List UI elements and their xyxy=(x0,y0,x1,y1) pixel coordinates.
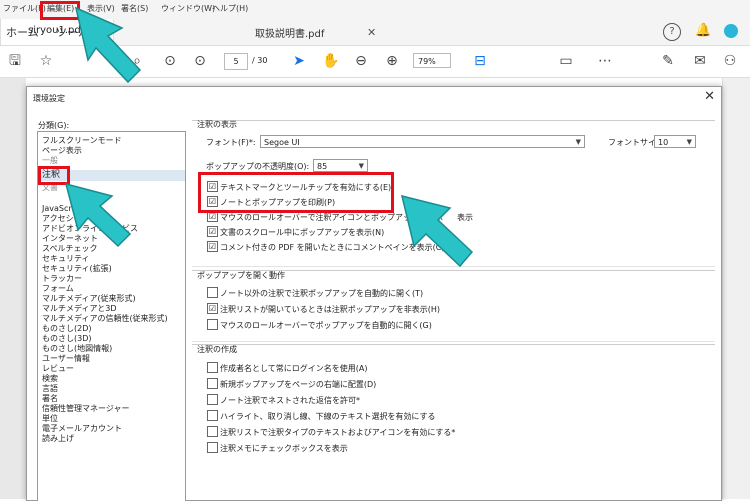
preferences-dialog: 環境設定 ✕ 分類(G): フルスクリーンモード ページ表示 一般 注釈 文書 … xyxy=(26,86,722,501)
category-item[interactable]: マルチメディアの信頼性(従来形式) xyxy=(42,314,168,323)
close-icon[interactable]: ✕ xyxy=(367,26,376,39)
checkbox-type-icons[interactable] xyxy=(207,426,218,437)
checkbox-text-selection[interactable] xyxy=(207,410,218,421)
categories-label: 分類(G): xyxy=(38,121,70,130)
category-item[interactable]: 言語 xyxy=(42,384,58,393)
checkbox-label: ハイライト、取り消し線、下線のテキスト選択を有効にする xyxy=(220,412,436,421)
chevron-down-icon: ▼ xyxy=(575,138,581,146)
font-select[interactable]: Segoe UI ▼ xyxy=(260,135,585,148)
category-item[interactable]: 電子メールアカウント xyxy=(42,424,122,433)
category-item[interactable]: トラッカー xyxy=(42,274,82,283)
arrow-to-annotations-category xyxy=(64,182,132,248)
zoom-value: 79% xyxy=(418,57,436,66)
page-total: / 30 xyxy=(252,56,268,65)
checkbox-rollover-open[interactable] xyxy=(207,319,218,330)
chevron-down-icon: ▼ xyxy=(686,138,692,146)
category-item[interactable]: マルチメディアと3D xyxy=(42,304,117,313)
create-group: 注釈の作成 作成者名として常にログイン名を使用(A) 新規ポップアップをページの… xyxy=(192,344,715,501)
category-item[interactable]: ページ表示 xyxy=(42,146,82,155)
category-item[interactable]: レビュー xyxy=(42,364,74,373)
category-item[interactable]: セキュリティ xyxy=(42,254,90,263)
category-item[interactable]: マルチメディア(従来形式) xyxy=(42,294,136,303)
close-icon[interactable]: ✕ xyxy=(704,89,715,104)
font-value: Segoe UI xyxy=(264,138,300,147)
opacity-label: ポップアップの不透明度(O): xyxy=(206,162,310,171)
category-item[interactable]: フルスクリーンモード xyxy=(42,136,122,145)
category-item[interactable]: 検索 xyxy=(42,374,58,383)
arrow-to-checkboxes xyxy=(400,194,474,268)
font-label: フォント(F)*: xyxy=(206,138,256,147)
font-size-value: 10 xyxy=(658,138,669,147)
popup-open-group-title: ポップアップを開く動作 xyxy=(197,271,285,280)
category-item[interactable]: 署名 xyxy=(42,394,58,403)
checkbox-label: ノート注釈でネストされた返信を許可* xyxy=(220,396,360,405)
checkbox-label: 注釈リストで注釈タイプのテキストおよびアイコンを有効にする* xyxy=(220,428,456,437)
star-icon[interactable]: ☆ xyxy=(36,51,56,71)
checkbox-label: マウスのロールオーバーでポップアップを自動的に開く(G) xyxy=(220,321,432,330)
arrow-to-edit-menu xyxy=(74,6,142,84)
popup-open-group: ポップアップを開く動作 ノート以外の注釈で注釈ポップアップを自動的に開く(T) … xyxy=(192,270,715,342)
font-size-select[interactable]: 10 ▼ xyxy=(654,135,696,148)
category-item[interactable]: ユーザー情報 xyxy=(42,354,90,363)
checkbox-comment-pane[interactable]: ☑ xyxy=(207,241,218,252)
checkbox-label: 新規ポップアップをページの右端に配置(D) xyxy=(220,380,377,389)
checkbox-label: 注釈リストが開いているときは注釈ポップアップを非表示(H) xyxy=(220,305,441,314)
category-item[interactable]: ものさし(地図情報) xyxy=(42,344,112,353)
checkbox-label: 文書のスクロール中にポップアップを表示(N) xyxy=(220,228,385,237)
hand-icon[interactable]: ✋ xyxy=(321,51,341,71)
category-item[interactable]: 読み上げ xyxy=(42,434,74,443)
checkbox-memo-checkbox[interactable] xyxy=(207,442,218,453)
dialog-title: 環境設定 xyxy=(33,94,65,103)
save-icon[interactable]: 🖫 xyxy=(5,51,25,71)
opacity-value: 85 xyxy=(317,162,328,171)
mail-icon[interactable]: ✉ xyxy=(690,51,710,71)
help-icon[interactable]: ? xyxy=(663,23,681,41)
up-icon[interactable]: ⊙ xyxy=(160,51,180,71)
tab-document-2[interactable]: 取扱説明書.pdf xyxy=(255,25,324,40)
checkbox-label: 注釈メモにチェックボックスを表示 xyxy=(220,444,348,453)
category-item[interactable]: フォーム xyxy=(42,284,74,293)
bell-icon[interactable]: 🔔 xyxy=(695,23,711,38)
sign-icon[interactable]: ✎ xyxy=(658,51,678,71)
highlight-box-checkboxes xyxy=(198,172,394,213)
cursor-icon[interactable]: ➤ xyxy=(289,51,309,71)
checkbox-hide-popup[interactable]: ☑ xyxy=(207,303,218,314)
avatar[interactable] xyxy=(724,24,738,38)
create-group-title: 注釈の作成 xyxy=(197,345,237,354)
category-item[interactable]: 一般 xyxy=(42,156,58,165)
checkbox-auto-open-popup[interactable] xyxy=(207,287,218,298)
checkbox-nested-replies[interactable] xyxy=(207,394,218,405)
category-item[interactable]: ものさし(2D) xyxy=(42,324,92,333)
checkbox-scroll-popup[interactable]: ☑ xyxy=(207,226,218,237)
comment-icon[interactable]: ▭ xyxy=(556,51,576,71)
menu-window[interactable]: ウィンドウ(W) xyxy=(161,3,215,14)
zoom-in-icon[interactable]: ⊕ xyxy=(382,51,402,71)
display-group-title: 注釈の表示 xyxy=(197,120,237,129)
zoom-select[interactable]: 79% xyxy=(413,53,451,68)
right-panel xyxy=(722,78,750,499)
menu-help[interactable]: ヘルプ(H) xyxy=(212,3,248,14)
more-icon[interactable]: ⋯ xyxy=(595,51,615,71)
checkbox-login-name[interactable] xyxy=(207,362,218,373)
checkbox-label: ノート以外の注釈で注釈ポップアップを自動的に開く(T) xyxy=(220,289,424,298)
checkbox-popup-right[interactable] xyxy=(207,378,218,389)
down-icon[interactable]: ⊙ xyxy=(190,51,210,71)
category-item[interactable]: 単位 xyxy=(42,414,58,423)
category-item[interactable]: セキュリティ(拡張) xyxy=(42,264,112,273)
category-item[interactable]: ものさし(3D) xyxy=(42,334,92,343)
fit-page-icon[interactable]: ⊟ xyxy=(470,51,490,71)
category-item[interactable]: 信頼性管理マネージャー xyxy=(42,404,129,413)
zoom-out-icon[interactable]: ⊖ xyxy=(351,51,371,71)
checkbox-label: 作成者名として常にログイン名を使用(A) xyxy=(220,364,368,373)
account-icon[interactable]: ⚇ xyxy=(720,51,740,71)
page-number-input[interactable]: 5 xyxy=(224,53,248,70)
left-panel xyxy=(0,78,26,499)
opacity-select[interactable]: 85 ▼ xyxy=(313,159,368,172)
